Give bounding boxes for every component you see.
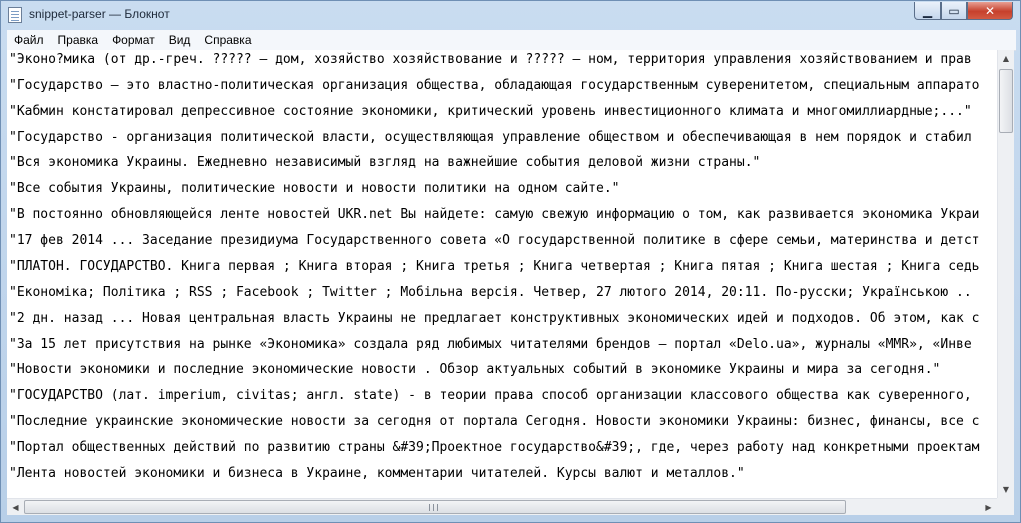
text-line: "Економіка; Політика ; RSS ; Facebook ; … — [9, 285, 972, 300]
scroll-left-button[interactable]: ◀ — [7, 499, 24, 515]
text-line: "Государство — это властно-политическая … — [9, 78, 980, 93]
text-line: "Государство - организация политической … — [9, 130, 972, 145]
maximize-icon: ▭ — [948, 3, 960, 18]
menu-format[interactable]: Формат — [105, 33, 162, 47]
close-icon: ✕ — [984, 3, 996, 18]
text-line: "Эконо?мика (от др.-греч. ????? — дом, х… — [9, 52, 972, 67]
text-line: "Вся экономика Украины. Ежедневно незави… — [9, 155, 761, 170]
minimize-button[interactable]: ▁ — [914, 2, 941, 20]
text-line: "Лента новостей экономики и бизнеса в Ук… — [9, 466, 745, 481]
text-line: "Последние украинские экономические ново… — [9, 414, 980, 429]
scrollbar-corner — [997, 498, 1014, 515]
maximize-button[interactable]: ▭ — [941, 2, 967, 20]
arrow-up-icon: ▲ — [1002, 54, 1010, 63]
arrow-down-icon: ▼ — [1002, 485, 1010, 494]
horizontal-scrollbar[interactable]: ◀ ▶ — [7, 498, 997, 515]
scroll-up-button[interactable]: ▲ — [998, 50, 1014, 67]
text-line: "ПЛАТОН. ГОСУДАРСТВО. Книга первая ; Кни… — [9, 259, 980, 274]
text-line: "Новости экономики и последние экономиче… — [9, 362, 941, 377]
text-editor[interactable]: "Эконо?мика (от др.-греч. ????? — дом, х… — [7, 50, 997, 498]
menu-view[interactable]: Вид — [162, 33, 198, 47]
text-line: "17 фев 2014 ... Заседание президиума Го… — [9, 233, 980, 248]
text-line: "2 дн. назад ... Новая центральная власт… — [9, 311, 980, 326]
grip-icon — [433, 504, 434, 511]
text-line: "Все события Украины, политические новос… — [9, 181, 620, 196]
notepad-icon — [8, 7, 22, 23]
grip-icon — [429, 504, 430, 511]
vertical-scroll-thumb[interactable] — [999, 69, 1013, 133]
arrow-right-icon: ▶ — [985, 502, 992, 512]
text-line: "Кабмин констатировал депрессивное состо… — [9, 104, 972, 119]
text-line: "В постоянно обновляющейся ленте новосте… — [9, 207, 980, 222]
horizontal-scroll-thumb[interactable] — [24, 500, 846, 514]
scroll-right-button[interactable]: ▶ — [980, 499, 997, 515]
menu-help[interactable]: Справка — [197, 33, 258, 47]
window-title: snippet-parser — Блокнот — [29, 7, 170, 21]
text-line: "Портал общественных действий по развити… — [9, 440, 980, 455]
menu-edit[interactable]: Правка — [51, 33, 106, 47]
arrow-left-icon: ◀ — [12, 502, 19, 512]
menu-file[interactable]: Файл — [7, 33, 51, 47]
close-button[interactable]: ✕ — [967, 2, 1013, 20]
minimize-icon: ▁ — [922, 3, 933, 18]
scroll-down-button[interactable]: ▼ — [998, 481, 1014, 498]
text-line: "ГОСУДАРСТВО (лат. imperium, civitas; ан… — [9, 388, 972, 403]
text-line: "За 15 лет присутствия на рынке «Экономи… — [9, 337, 972, 352]
menu-bar: Файл Правка Формат Вид Справка — [7, 30, 1016, 51]
vertical-scrollbar[interactable]: ▲ ▼ — [997, 50, 1014, 498]
title-bar[interactable]: snippet-parser — Блокнот ▁ ▭ ✕ — [1, 1, 1020, 29]
grip-icon — [437, 504, 438, 511]
notepad-window: snippet-parser — Блокнот ▁ ▭ ✕ Файл Прав… — [0, 0, 1021, 523]
